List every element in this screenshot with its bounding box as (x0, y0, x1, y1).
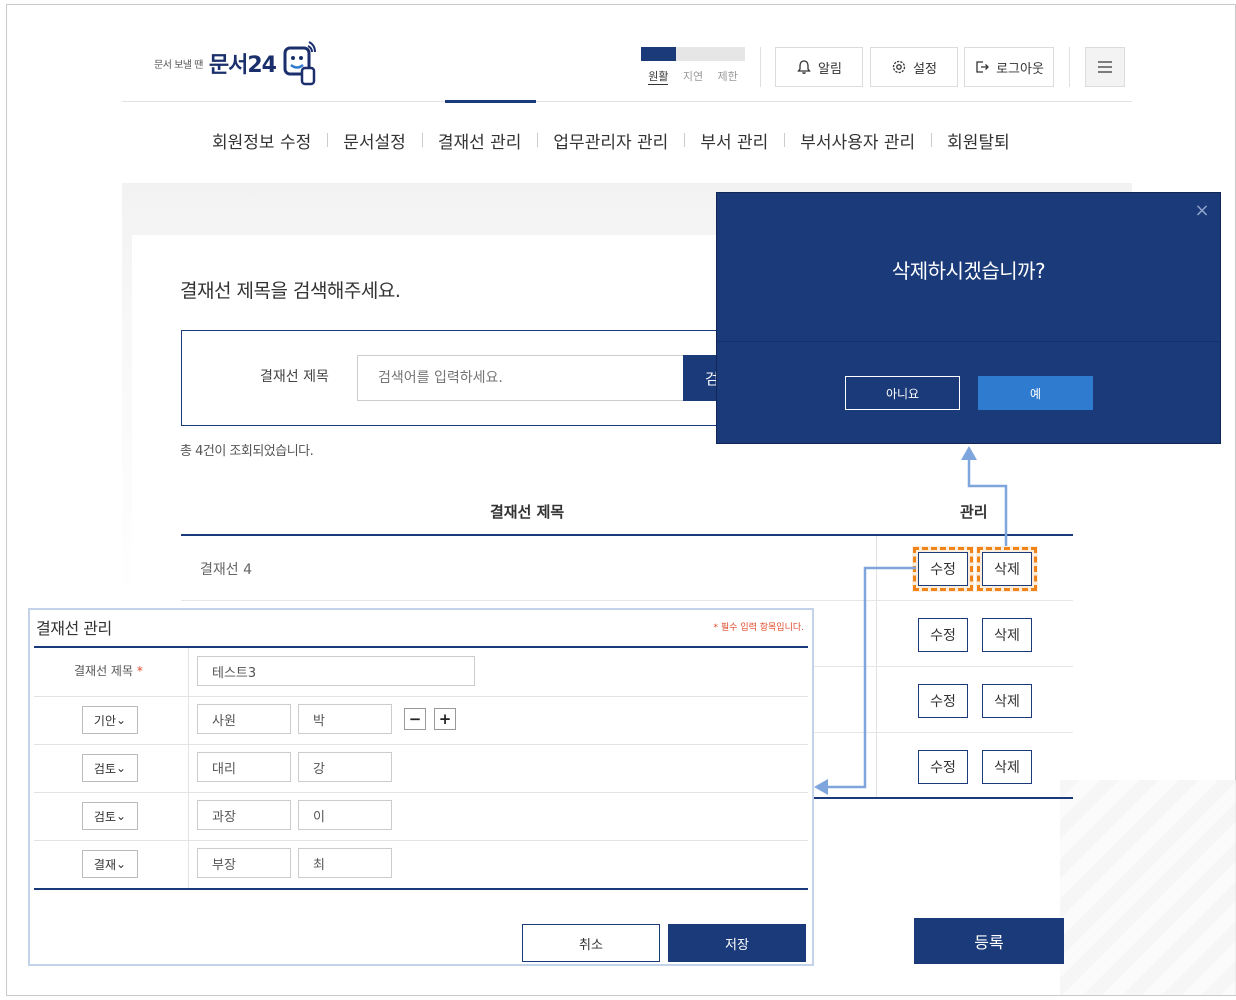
search-input[interactable] (357, 355, 684, 401)
position-input-2[interactable]: 대리 (197, 752, 291, 782)
logout-label: 로그아웃 (996, 61, 1044, 77)
row-divider (34, 792, 808, 793)
result-count: 총 4건이 조회되었습니다. (180, 444, 314, 459)
site-logo[interactable]: 문서 보낼 땐 문서24 (154, 40, 318, 86)
name-input-1[interactable]: 박 (298, 704, 392, 734)
chevron-down-icon: ⌄ (116, 713, 127, 727)
panel-column-divider (188, 648, 189, 888)
name-input-2[interactable]: 강 (298, 752, 392, 782)
logout-icon (976, 61, 989, 73)
line-type-select-1[interactable]: 기안 ⌄ (82, 706, 138, 734)
gear-icon (892, 60, 906, 74)
sub-navigation: 회원정보 수정 문서설정 결재선 관리 업무관리자 관리 부서 관리 부서사용자… (196, 128, 1026, 153)
close-icon[interactable]: × (1192, 201, 1212, 221)
nav-department[interactable]: 부서 관리 (684, 128, 784, 153)
settings-button[interactable]: 설정 (870, 47, 958, 87)
delete-button-row-4[interactable]: 삭제 (982, 750, 1032, 784)
search-heading: 결재선 제목을 검색해주세요. (180, 280, 401, 302)
edit-button-row-4[interactable]: 수정 (918, 750, 968, 784)
position-input-3[interactable]: 과장 (197, 800, 291, 830)
position-input-1[interactable]: 사원 (197, 704, 291, 734)
divider (1069, 47, 1070, 87)
header-divider (122, 101, 1132, 102)
line-type-select-4[interactable]: 결재 ⌄ (82, 850, 138, 878)
table-top-border (181, 534, 1073, 536)
delete-button-row-2[interactable]: 삭제 (982, 618, 1032, 652)
panel-title: 결재선 관리 (36, 619, 112, 638)
panel-top-border (34, 646, 808, 648)
row-divider (34, 696, 808, 697)
logo-mascot-icon (283, 41, 316, 86)
chevron-down-icon: ⌄ (116, 809, 127, 823)
table-row-title: 결재선 4 (200, 562, 252, 578)
row-divider (34, 840, 808, 841)
row-divider (34, 744, 808, 745)
column-header-manage: 관리 (960, 503, 988, 521)
nav-approval-line[interactable]: 결재선 관리 (421, 128, 538, 153)
line-type-select-2[interactable]: 검토 ⌄ (82, 754, 138, 782)
chevron-down-icon: ⌄ (116, 857, 127, 871)
hamburger-icon (1098, 61, 1112, 73)
logo-tagline: 문서 보낼 땐 (154, 59, 203, 71)
approval-line-edit-panel: 결재선 관리 * 필수 입력 항목입니다. 결재선 제목 * 테스트3 기안 ⌄ … (28, 608, 814, 966)
divider (760, 47, 761, 87)
remove-line-button[interactable]: − (404, 708, 426, 730)
dialog-divider (717, 341, 1220, 342)
line-type-select-3[interactable]: 검토 ⌄ (82, 802, 138, 830)
row-divider (181, 600, 1073, 601)
column-header-title: 결재선 제목 (490, 503, 565, 521)
nav-document-settings[interactable]: 문서설정 (327, 128, 422, 153)
service-status: 원활 지연 제한 (641, 47, 746, 89)
name-input-3[interactable]: 이 (298, 800, 392, 830)
nav-withdraw[interactable]: 회원탈퇴 (931, 128, 1026, 153)
alarm-button[interactable]: 알림 (775, 47, 863, 87)
title-input[interactable]: 테스트3 (197, 656, 475, 686)
delete-confirm-dialog: × 삭제하시겠습니까? 아니요 예 (717, 193, 1220, 443)
yes-button[interactable]: 예 (978, 376, 1093, 410)
status-limited: 제한 (710, 47, 746, 89)
status-delay: 지연 (675, 47, 711, 89)
nav-member-info[interactable]: 회원정보 수정 (196, 128, 327, 153)
bell-icon (797, 60, 811, 74)
field-label-title: 결재선 제목 * (74, 664, 143, 678)
status-smooth: 원활 (641, 47, 676, 89)
name-input-4[interactable]: 최 (298, 848, 392, 878)
search-label: 결재선 제목 (260, 369, 329, 385)
nav-work-manager[interactable]: 업무관리자 관리 (537, 128, 684, 153)
hamburger-menu-button[interactable] (1085, 47, 1125, 87)
decorative-pattern (1060, 780, 1236, 995)
add-line-button[interactable]: + (434, 708, 456, 730)
edit-button-row-1[interactable]: 수정 (913, 547, 973, 591)
register-button[interactable]: 등록 (914, 918, 1064, 964)
logo-text: 문서24 (208, 53, 277, 78)
active-tab-indicator (445, 100, 536, 103)
delete-button-row-3[interactable]: 삭제 (982, 684, 1032, 718)
required-note: * 필수 입력 항목입니다. (713, 623, 804, 633)
chevron-down-icon: ⌄ (116, 761, 127, 775)
position-input-4[interactable]: 부장 (197, 848, 291, 878)
no-button[interactable]: 아니요 (845, 376, 960, 410)
alarm-label: 알림 (818, 61, 842, 77)
edit-button-row-3[interactable]: 수정 (918, 684, 968, 718)
panel-bottom-border (34, 888, 808, 890)
logout-button[interactable]: 로그아웃 (964, 47, 1054, 87)
cancel-button[interactable]: 취소 (522, 924, 660, 962)
edit-button-row-2[interactable]: 수정 (918, 618, 968, 652)
delete-button-row-1[interactable]: 삭제 (977, 547, 1037, 591)
nav-department-users[interactable]: 부서사용자 관리 (784, 128, 931, 153)
dialog-question: 삭제하시겠습니까? (891, 259, 1046, 283)
save-button[interactable]: 저장 (668, 924, 806, 962)
settings-label: 설정 (913, 61, 937, 77)
